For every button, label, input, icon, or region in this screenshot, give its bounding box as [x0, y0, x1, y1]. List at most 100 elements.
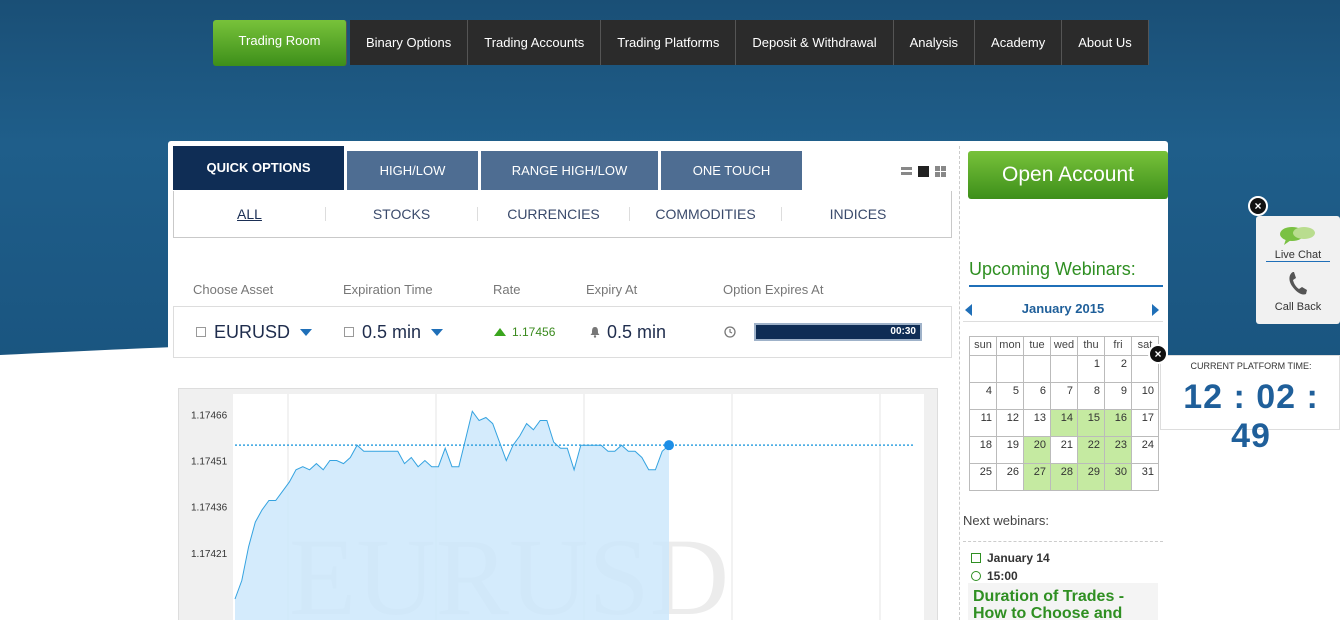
expires-cell — [724, 307, 736, 357]
list-view-icon[interactable] — [901, 166, 912, 177]
webinar-time: 15:00 — [971, 569, 1018, 583]
trade-row: EURUSD 0.5 min 1.17456 0.5 min 00:30 — [173, 306, 952, 358]
nav-trading-room[interactable]: Trading Room — [213, 20, 347, 66]
expiration-list-icon — [344, 327, 354, 337]
calendar-grid: sun mon tue wed thu fri sat 1 2 4 5 6 7 8 9 10 11 12 13 14… — [969, 336, 1159, 491]
calendar-icon — [971, 553, 981, 563]
tab-high-low[interactable]: HIGH/LOW — [347, 151, 478, 190]
main-navigation: Trading Room Binary Options Trading Acco… — [213, 20, 1149, 66]
calendar-weekday: fri — [1104, 336, 1132, 356]
calendar-day[interactable]: 24 — [1131, 436, 1159, 464]
webinar-title-link[interactable]: Duration of Trades - How to Choose and — [968, 583, 1158, 620]
y-tick-label: 1.17466 — [191, 410, 228, 421]
calendar-day[interactable]: 21 — [1050, 436, 1078, 464]
nav-academy[interactable]: Academy — [975, 20, 1063, 65]
asset-select[interactable]: EURUSD — [196, 307, 313, 357]
platform-clock: CURRENT PLATFORM TIME: 12 : 02 : 49 — [1160, 355, 1340, 455]
calendar-day[interactable]: 17 — [1131, 409, 1159, 437]
calendar-day[interactable]: 20 — [1023, 436, 1051, 464]
rate-up-icon — [494, 328, 506, 336]
sidebar-divider — [959, 146, 960, 620]
clock-label: CURRENT PLATFORM TIME: — [1190, 361, 1312, 371]
webinar-date-text: January 14 — [987, 551, 1050, 565]
webinar-date: January 14 — [971, 551, 1050, 565]
calendar-day[interactable]: 30 — [1104, 463, 1132, 491]
calendar-day[interactable]: 2 — [1104, 355, 1132, 383]
countdown-text: 00:30 — [890, 326, 916, 337]
calendar-day[interactable]: 13 — [1023, 409, 1051, 437]
calendar-day[interactable]: 12 — [996, 409, 1024, 437]
calendar-day[interactable]: 18 — [969, 436, 997, 464]
header-expiry-at: Expiry At — [586, 282, 638, 297]
webinar-divider — [963, 541, 1163, 542]
filter-all[interactable]: ALL — [174, 207, 326, 221]
next-month-icon[interactable] — [1152, 304, 1159, 316]
calendar-day[interactable]: 22 — [1077, 436, 1105, 464]
calendar-day[interactable]: 9 — [1104, 382, 1132, 410]
tab-range-high-low[interactable]: RANGE HIGH/LOW — [481, 151, 658, 190]
view-toggle — [901, 166, 946, 177]
call-back-button[interactable]: Call Back — [1256, 270, 1340, 313]
calendar-weekday: mon — [996, 336, 1024, 356]
calendar-day — [1023, 355, 1051, 383]
calendar-day[interactable]: 1 — [1077, 355, 1105, 383]
grid-view-icon[interactable] — [935, 166, 946, 177]
tab-one-touch[interactable]: ONE TOUCH — [661, 151, 802, 190]
filter-commodities[interactable]: COMMODITIES — [630, 207, 782, 221]
calendar-day[interactable]: 15 — [1077, 409, 1105, 437]
calendar-weekday: tue — [1023, 336, 1051, 356]
close-icon[interactable]: × — [1248, 196, 1268, 216]
open-account-button[interactable]: Open Account — [968, 151, 1168, 199]
calendar-day[interactable]: 5 — [996, 382, 1024, 410]
webinar-time-text: 15:00 — [987, 569, 1018, 583]
expiration-select[interactable]: 0.5 min — [344, 307, 444, 357]
chevron-down-icon — [431, 328, 444, 336]
calendar-day[interactable]: 25 — [969, 463, 997, 491]
single-view-icon[interactable] — [918, 166, 929, 177]
calendar-day[interactable]: 27 — [1023, 463, 1051, 491]
header-option-expires-at: Option Expires At — [723, 282, 824, 297]
calendar-weekday: wed — [1050, 336, 1078, 356]
expiry-cell: 0.5 min — [589, 307, 666, 357]
close-icon[interactable]: × — [1148, 344, 1168, 364]
calendar-day[interactable]: 28 — [1050, 463, 1078, 491]
nav-trading-accounts[interactable]: Trading Accounts — [468, 20, 602, 65]
calendar-day[interactable]: 19 — [996, 436, 1024, 464]
chart-canvas: EURUSD1.174661.174511.174361.17421 — [191, 394, 924, 620]
support-widget: Live Chat Call Back — [1256, 216, 1340, 324]
y-tick-label: 1.17451 — [191, 457, 228, 468]
nav-about-us[interactable]: About Us — [1062, 20, 1149, 65]
calendar-day[interactable]: 10 — [1131, 382, 1159, 410]
calendar-weekday: thu — [1077, 336, 1105, 356]
chevron-down-icon — [300, 328, 313, 336]
calendar-day[interactable]: 16 — [1104, 409, 1132, 437]
calendar-day[interactable]: 26 — [996, 463, 1024, 491]
asset-value: EURUSD — [214, 321, 291, 342]
calendar-day[interactable]: 8 — [1077, 382, 1105, 410]
filter-indices[interactable]: INDICES — [782, 207, 934, 221]
filter-stocks[interactable]: STOCKS — [326, 207, 478, 221]
nav-binary-options[interactable]: Binary Options — [350, 20, 469, 65]
clock-time: 12 : 02 : 49 — [1183, 378, 1319, 455]
option-type-tabs: QUICK OPTIONS HIGH/LOW RANGE HIGH/LOW ON… — [173, 146, 805, 190]
calendar-day[interactable]: 31 — [1131, 463, 1159, 491]
calendar-day[interactable]: 23 — [1104, 436, 1132, 464]
header-rate: Rate — [493, 282, 521, 297]
nav-analysis[interactable]: Analysis — [893, 20, 976, 65]
countdown-bar: 00:30 — [754, 323, 922, 341]
nav-deposit-withdrawal[interactable]: Deposit & Withdrawal — [736, 20, 894, 65]
calendar-day[interactable]: 14 — [1050, 409, 1078, 437]
calendar-day[interactable]: 7 — [1050, 382, 1078, 410]
calendar-day[interactable]: 6 — [1023, 382, 1051, 410]
live-chat-button[interactable]: Live Chat — [1256, 224, 1340, 262]
rate-value: 1.17456 — [512, 325, 556, 339]
clock-icon — [724, 326, 736, 338]
current-rate-point — [664, 440, 674, 451]
calendar-day[interactable]: 29 — [1077, 463, 1105, 491]
calendar-day[interactable]: 4 — [969, 382, 997, 410]
tab-quick-options[interactable]: QUICK OPTIONS — [173, 146, 344, 190]
bell-icon — [590, 327, 600, 338]
filter-currencies[interactable]: CURRENCIES — [478, 207, 630, 221]
nav-trading-platforms[interactable]: Trading Platforms — [601, 20, 737, 65]
calendar-day[interactable]: 11 — [969, 409, 997, 437]
